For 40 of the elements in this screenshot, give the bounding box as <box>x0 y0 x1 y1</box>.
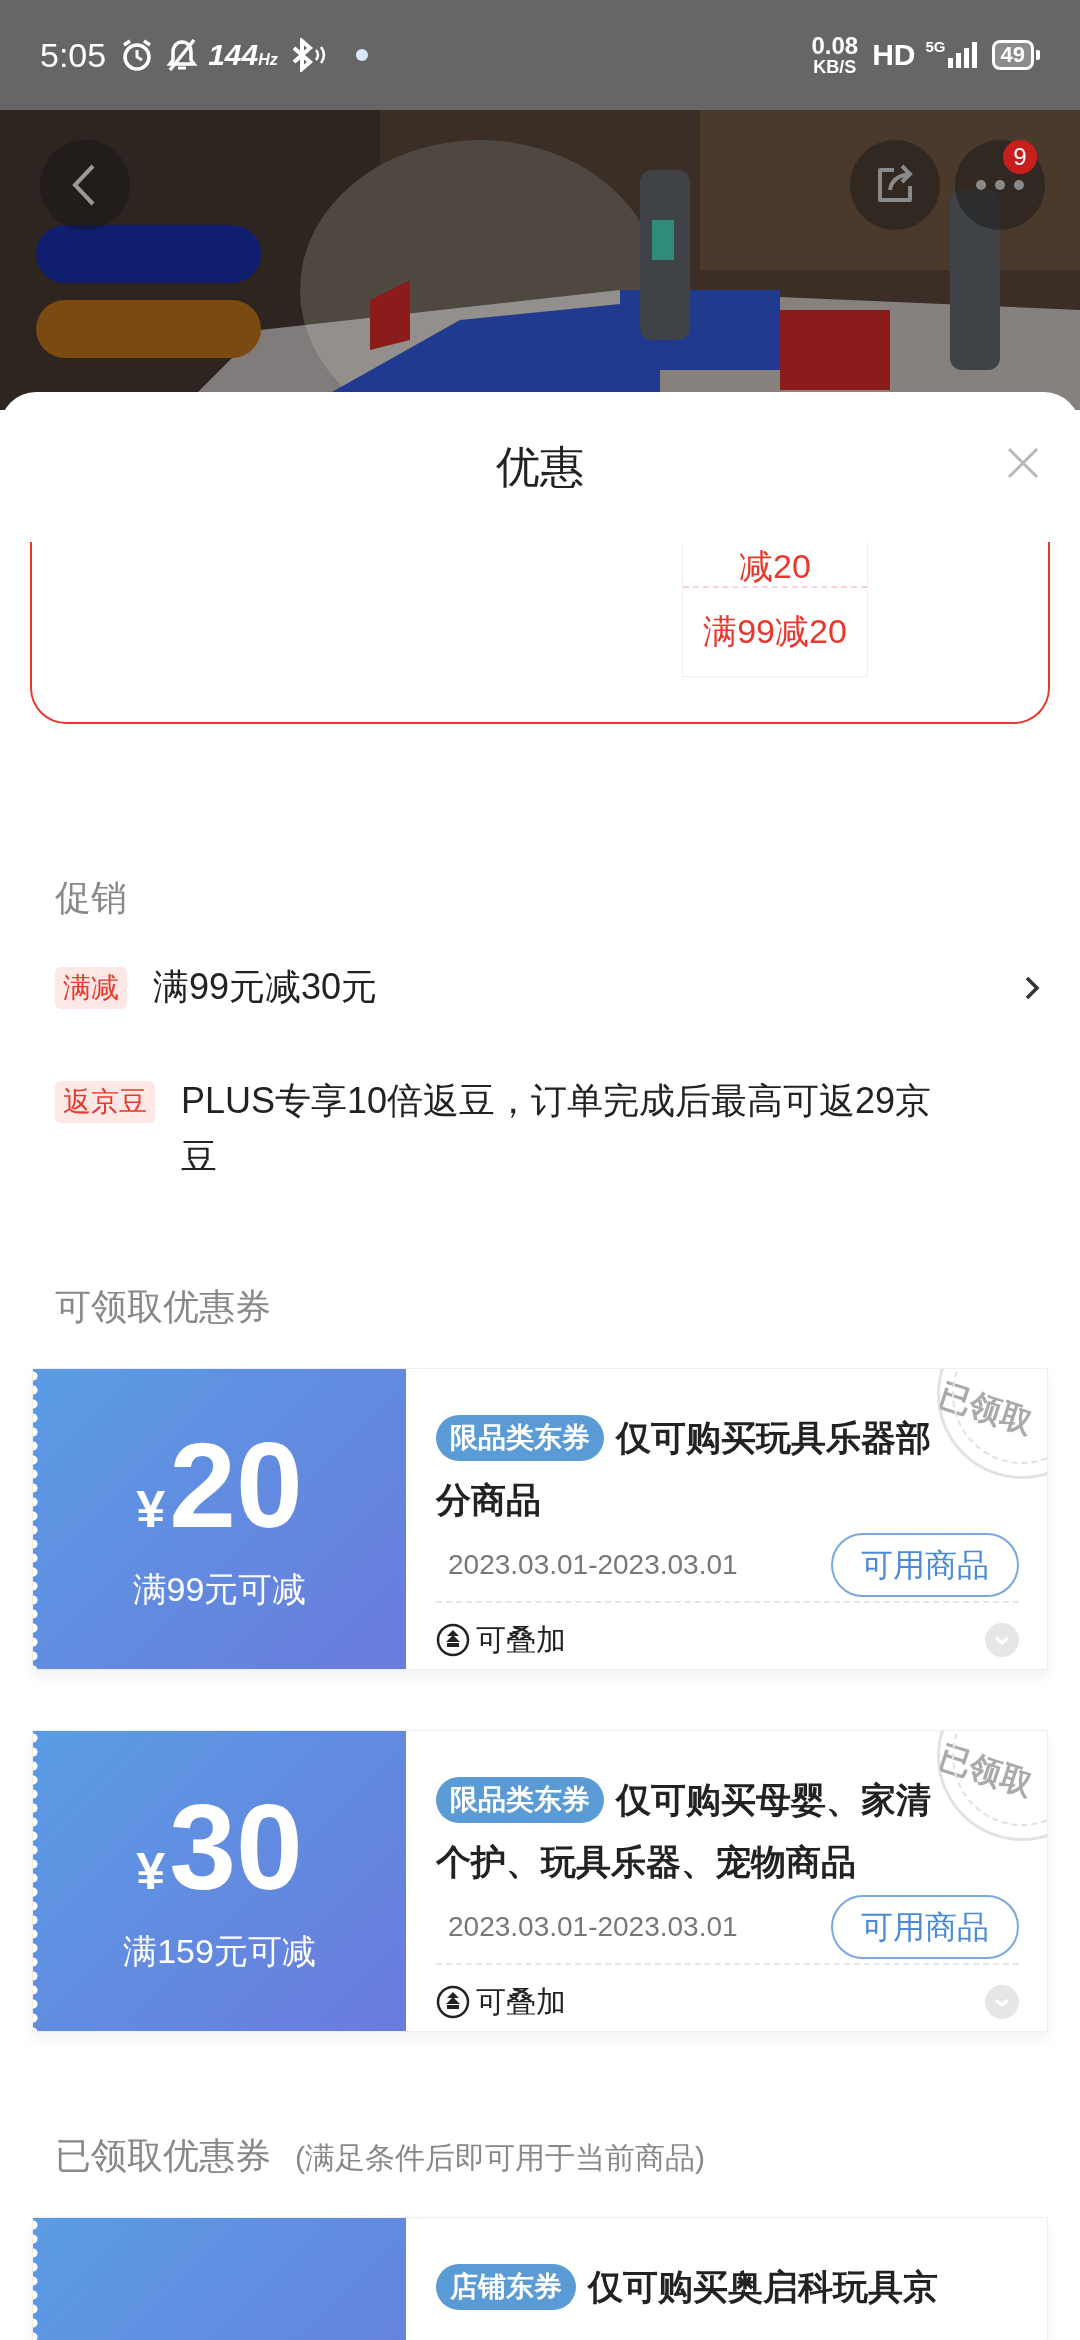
muted-bell-icon <box>166 38 199 72</box>
promo-tag: 返京豆 <box>55 1081 155 1123</box>
stackable-label: 可叠加 <box>476 1621 566 1658</box>
promo-text: 满99元减30元 <box>153 965 379 1009</box>
validity-date: 2023.03.01-2023.03.01 <box>447 1911 738 1943</box>
stackable-label: 可叠加 <box>476 1983 566 2020</box>
clock-time: 5:05 <box>40 35 107 75</box>
hd-label: HD <box>872 38 916 72</box>
signal-icon <box>945 40 980 70</box>
section-heading: 可领取优惠券 <box>55 1285 271 1329</box>
close-icon <box>1006 446 1040 480</box>
currency-symbol: ¥ <box>136 1841 166 1901</box>
coupon-type-tag: 限品类东券 <box>436 1777 604 1823</box>
coupon-title: 店铺东券 仅可购买奥启科玩具京 <box>436 2256 941 2318</box>
section-heading: 促销 <box>55 876 128 920</box>
sheet-title: 优惠 <box>496 440 584 493</box>
coupon-condition: 满99元可减 <box>132 1569 307 1610</box>
refresh-rate-label: 144Hz <box>208 38 278 72</box>
section-note: (满足条件后即可用于当前商品) <box>295 2140 705 2176</box>
network-type-label: 5G <box>925 38 946 55</box>
offer-label: 满99减20 <box>703 611 847 652</box>
coupon-condition: 满159元可减 <box>123 1931 316 1972</box>
currency-symbol: ¥ <box>136 1479 166 1539</box>
stack-icon <box>436 1985 470 2019</box>
more-icon <box>975 179 1025 191</box>
coupon-amount: 30 <box>169 1787 303 1907</box>
promo-tag: 满减 <box>55 967 127 1009</box>
offer-label: 减20 <box>739 546 811 586</box>
promo-text: PLUS专享10倍返豆，订单完成后最高可返29京豆 <box>181 1079 933 1179</box>
coupon-amount: 20 <box>169 1425 303 1545</box>
chevron-right-icon <box>1024 975 1040 1001</box>
section-heading: 已领取优惠券 <box>55 2134 271 2178</box>
coupon-type-tag: 店铺东券 <box>436 2264 576 2310</box>
stack-icon <box>436 1623 470 1657</box>
network-speed: 0.08 KB/S <box>811 34 859 76</box>
applicable-products-button[interactable]: 可用商品 <box>831 1895 1019 1959</box>
battery-level: 49 <box>991 40 1034 70</box>
coupon-type-tag: 限品类东券 <box>436 1415 604 1461</box>
validity-date: 2023.03.01-2023.03.01 <box>447 1549 738 1581</box>
applicable-products-button[interactable]: 可用商品 <box>831 1533 1019 1597</box>
